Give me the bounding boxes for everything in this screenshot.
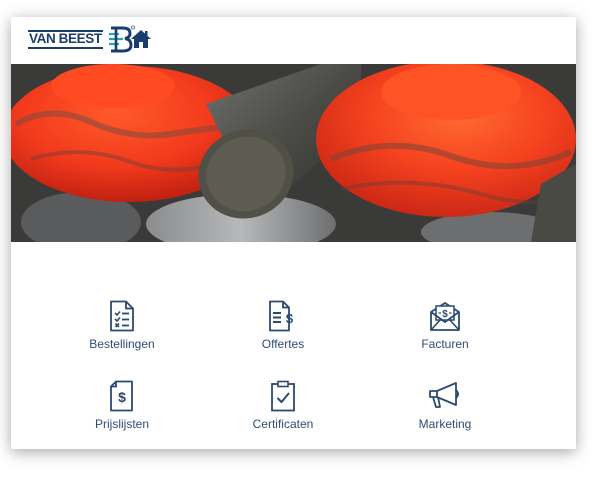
tile-label: Bestellingen: [89, 337, 155, 351]
tile-certificaten[interactable]: Certificaten: [213, 380, 353, 450]
logo-wordmark: VAN BEEST: [28, 29, 103, 49]
order-checklist-icon: [110, 300, 134, 332]
tile-label: Certificaten: [252, 417, 314, 431]
svg-text:$: $: [118, 389, 126, 405]
forged-steel-rings-image: [11, 64, 576, 242]
invoice-envelope-icon: $: [430, 302, 460, 331]
megaphone-icon: [429, 382, 459, 408]
pricelist-icon: $: [110, 380, 133, 412]
tile-label: Offertes: [261, 337, 305, 351]
hero-image: [11, 64, 576, 242]
svg-text:$: $: [286, 311, 294, 326]
tile-label: Facturen: [421, 337, 469, 351]
tile-grid: Bestellingen $ Offertes $ Facturen $ Pri…: [11, 242, 576, 449]
tile-prijslijsten[interactable]: $ Prijslijsten: [52, 380, 192, 450]
app-card: VAN BEEST Bestellingen $ Offertes $ Fact…: [11, 17, 576, 449]
quote-document-icon: $: [269, 300, 294, 332]
tile-label: Marketing: [418, 417, 472, 431]
certificate-clipboard-icon: [271, 380, 295, 412]
tile-facturen[interactable]: $ Facturen: [375, 300, 515, 370]
van-beest-logo[interactable]: VAN BEEST: [28, 25, 135, 53]
svg-text:$: $: [442, 309, 448, 320]
tile-bestellingen[interactable]: Bestellingen: [52, 300, 192, 370]
home-icon[interactable]: [130, 29, 152, 49]
tile-marketing[interactable]: Marketing: [375, 380, 515, 450]
tile-label: Prijslijsten: [94, 417, 149, 431]
app-header: VAN BEEST: [11, 17, 576, 64]
tile-offertes[interactable]: $ Offertes: [213, 300, 353, 370]
